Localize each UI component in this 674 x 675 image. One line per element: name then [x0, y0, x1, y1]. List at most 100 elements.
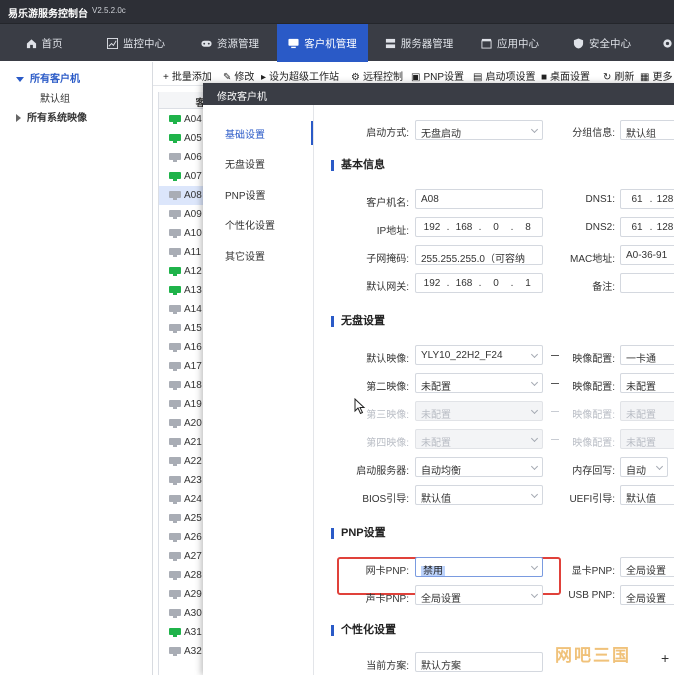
nav-tab-home[interactable]: 首页 — [14, 24, 74, 62]
nav-settings-button[interactable] — [660, 24, 674, 62]
scheme-select[interactable]: 默认方案 — [415, 652, 543, 672]
nav-tab-resources[interactable]: 资源管理 — [192, 24, 268, 62]
pnp-settings-button[interactable]: ▣ PNP设置 — [411, 68, 464, 83]
nav-tab-monitor-center[interactable]: 监控中心 — [98, 24, 174, 62]
monitor-icon — [169, 381, 181, 390]
fourth-image-select[interactable]: 未配置 — [415, 429, 543, 449]
client-row[interactable]: A05 — [159, 129, 208, 148]
client-row[interactable]: A11 — [159, 243, 208, 262]
dns2-input[interactable]: 61. 128 — [620, 217, 674, 237]
client-row[interactable]: A23 — [159, 471, 208, 490]
nav-tab-security-center[interactable]: 安全中心 — [566, 24, 638, 62]
client-row[interactable]: A22 — [159, 452, 208, 471]
client-row[interactable]: A12 — [159, 262, 208, 281]
tree-item-default-group[interactable]: 默认组 — [40, 90, 70, 105]
client-name-input[interactable]: A08 — [415, 189, 543, 209]
nav-tab-app-center[interactable]: 应用中心 — [474, 24, 546, 62]
sound-pnp-select[interactable]: 全局设置 — [415, 585, 543, 605]
remote-control-button[interactable]: ⚙ 远程控制 — [351, 68, 403, 83]
edit-button[interactable]: ✎ 修改 — [223, 68, 254, 83]
nav-tab-client-management[interactable]: 客户机管理 — [277, 24, 368, 62]
set-super-workstation-button[interactable]: ▸ 设为超级工作站 — [261, 68, 339, 83]
more-button[interactable]: ▦ 更多 — [640, 68, 672, 83]
dialog-nav-pnp[interactable]: PNP设置 — [203, 182, 313, 206]
group-select[interactable]: 默认组 — [620, 120, 674, 140]
gateway-input[interactable]: 192. 168. 0. 1 — [415, 273, 543, 293]
refresh-button[interactable]: ↻ 刷新 — [603, 68, 634, 83]
chevron-down-icon — [530, 562, 539, 571]
startup-settings-button[interactable]: ▤ 启动项设置 — [473, 68, 535, 83]
client-row[interactable]: A31 — [159, 623, 208, 642]
client-row[interactable]: A04 — [159, 110, 208, 129]
client-row[interactable]: A13 — [159, 281, 208, 300]
dash-separator — [551, 355, 559, 356]
client-name: A06 — [184, 152, 202, 163]
batch-add-button[interactable]: + 批量添加 — [163, 68, 212, 83]
uefi-boot-select[interactable]: 默认值 — [620, 485, 674, 505]
client-row[interactable]: A07 — [159, 167, 208, 186]
nic-pnp-label: 网卡PNP: — [365, 566, 409, 577]
client-row[interactable]: A06 — [159, 148, 208, 167]
client-row[interactable]: A09 — [159, 205, 208, 224]
tree-item-all-images[interactable]: 所有系统映像 — [16, 109, 87, 124]
dash-separator — [551, 383, 559, 384]
client-row[interactable]: A27 — [159, 547, 208, 566]
image-config-select-3[interactable]: 未配置 — [620, 401, 674, 421]
monitor-icon — [169, 647, 181, 656]
tree-item-all-clients[interactable]: 所有客户机 — [16, 70, 80, 85]
usb-pnp-select[interactable]: 全局设置 — [620, 585, 674, 605]
subnet-mask-select[interactable]: 255.255.255.0（可容纳 — [415, 245, 543, 265]
client-row[interactable]: A24 — [159, 490, 208, 509]
monitor-icon — [169, 476, 181, 485]
section-basic-info: 基本信息 — [331, 160, 385, 171]
boot-server-select[interactable]: 自动均衡 — [415, 457, 543, 477]
client-row[interactable]: A18 — [159, 376, 208, 395]
dialog-nav-basic[interactable]: 基础设置 — [203, 121, 313, 145]
third-image-select[interactable]: 未配置 — [415, 401, 543, 421]
desktop-settings-button[interactable]: ■ 桌面设置 — [541, 68, 590, 83]
client-row[interactable]: A29 — [159, 585, 208, 604]
note-input[interactable] — [620, 273, 674, 293]
dialog-nav-diskless[interactable]: 无盘设置 — [203, 151, 313, 175]
client-row[interactable]: A19 — [159, 395, 208, 414]
client-row[interactable]: A10 — [159, 224, 208, 243]
client-row[interactable]: A28 — [159, 566, 208, 585]
dns1-label: DNS1: — [585, 194, 615, 205]
monitor-icon — [169, 628, 181, 637]
client-row[interactable]: A14 — [159, 300, 208, 319]
nic-pnp-select[interactable]: 禁用 — [415, 557, 543, 577]
edit-client-dialog: 修改客户机 基础设置 无盘设置 PNP设置 个性化设置 其它设置 启动方式: 无… — [203, 83, 674, 675]
grid-icon: ▦ — [640, 72, 650, 83]
add-scheme-button[interactable]: + — [661, 650, 669, 666]
boot-mode-select[interactable]: 无盘启动 — [415, 120, 543, 140]
client-name: A12 — [184, 266, 202, 277]
mac-address-input[interactable]: A0-36-91 — [620, 245, 674, 265]
dialog-nav-other[interactable]: 其它设置 — [203, 243, 313, 267]
client-name: A14 — [184, 304, 202, 315]
image-config-select-2[interactable]: 未配置 — [620, 373, 674, 393]
second-image-select[interactable]: 未配置 — [415, 373, 543, 393]
client-row[interactable]: A17 — [159, 357, 208, 376]
image-config-select-4[interactable]: 未配置 — [620, 429, 674, 449]
client-row[interactable]: A26 — [159, 528, 208, 547]
client-row[interactable]: A16 — [159, 338, 208, 357]
ip-address-input[interactable]: 192. 168. 0. 8 — [415, 217, 543, 237]
dialog-nav-personalization[interactable]: 个性化设置 — [203, 212, 313, 236]
client-row[interactable]: A30 — [159, 604, 208, 623]
client-row[interactable]: A08 — [159, 186, 208, 205]
client-row[interactable]: A32 — [159, 642, 208, 661]
chevron-right-icon — [16, 114, 21, 123]
nav-tab-server-management[interactable]: 服务器管理 — [375, 24, 463, 62]
memory-writeback-select[interactable]: 自动 — [620, 457, 668, 477]
monitor-icon — [169, 134, 181, 143]
image-config-select-1[interactable]: 一卡通 — [620, 345, 674, 365]
client-row[interactable]: A21 — [159, 433, 208, 452]
dns1-input[interactable]: 61. 128 — [620, 189, 674, 209]
default-image-select[interactable]: YLY10_22H2_F24 — [415, 345, 543, 365]
client-row[interactable]: A20 — [159, 414, 208, 433]
bios-boot-select[interactable]: 默认值 — [415, 485, 543, 505]
client-row[interactable]: A25 — [159, 509, 208, 528]
gpu-pnp-select[interactable]: 全局设置 — [620, 557, 674, 577]
client-row[interactable]: A15 — [159, 319, 208, 338]
dialog-body: 启动方式: 无盘启动 分组信息: 默认组 基本信息 客户机名: A08 DNS1… — [315, 105, 674, 675]
